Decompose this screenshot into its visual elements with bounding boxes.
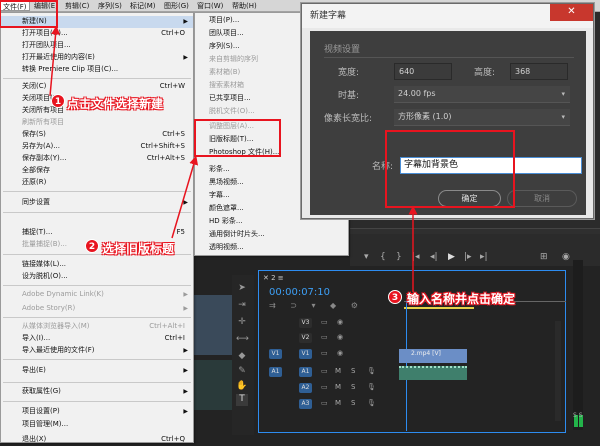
step-number: 1 (51, 94, 65, 108)
arrow-1 (49, 25, 61, 97)
annotation-step2: 选择旧版标题 (102, 242, 175, 256)
arrow-2 (171, 155, 199, 239)
annotation-arrows (49, 25, 418, 292)
annotation-step1: 点击文件选择新建 (67, 97, 164, 111)
step-number: 2 (85, 239, 99, 253)
annotation-step3: 输入名称并点击确定 (407, 292, 516, 306)
step-number: 3 (388, 290, 402, 304)
